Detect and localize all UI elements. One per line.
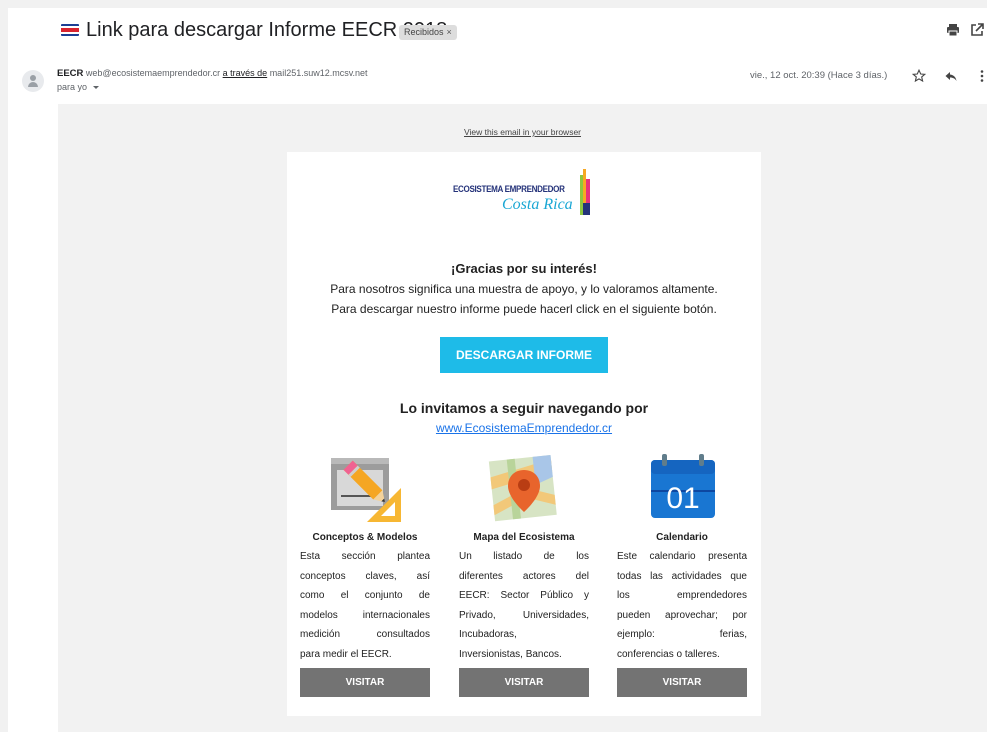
column-text-line: todas las actividades que (617, 570, 747, 582)
intro-paragraph-1: Para nosotros significa una muestra de a… (330, 282, 718, 296)
map-pin-icon (488, 455, 557, 522)
pencil-ruler-icon (331, 458, 401, 522)
email-date: vie., 12 oct. 20:39 (Hace 3 días.) (750, 70, 888, 81)
column-text-line: diferentes actores del (459, 570, 589, 582)
star-icon[interactable] (912, 69, 926, 83)
via-link[interactable]: a través de (223, 68, 268, 78)
window-top-edge (0, 0, 987, 8)
sender-name[interactable]: EECR (57, 68, 83, 79)
avatar-body-shape (28, 82, 38, 87)
column-text-line: Un listado de los (459, 551, 589, 562)
view-in-browser-row: View this email in your browser (58, 127, 987, 137)
column-title-calendario: Calendario (656, 532, 708, 543)
column-text-line: Esta sección plantea (300, 551, 430, 562)
sender-line: EECR web@ecosistemaemprendedor.cr a trav… (57, 68, 368, 79)
visit-button-conceptos[interactable]: VISITAR (300, 668, 430, 697)
recipients-text: para yo (57, 82, 88, 92)
column-title-mapa: Mapa del Ecosistema (473, 532, 575, 543)
website-link-row: www.EcosistemaEmprendedor.cr (287, 421, 761, 435)
column-text-line: Incubadoras, (459, 629, 517, 640)
column-text-line: Privado, Universidades, (459, 609, 589, 621)
column-text-calendario: Este calendario presenta todas las activ… (617, 547, 747, 664)
sender-email: web@ecosistemaemprendedor.cr (85, 68, 221, 78)
more-options-icon[interactable] (975, 69, 987, 83)
column-text-mapa: Un listado de los diferentes actores del… (459, 547, 589, 664)
column-text-line: conferencias o talleres. (617, 648, 720, 660)
column-text-line: pueden aprovechar; por (617, 609, 747, 621)
column-text-line: los emprendedores (617, 590, 747, 601)
print-icon[interactable] (945, 22, 961, 38)
visit-button-calendario[interactable]: VISITAR (617, 668, 747, 697)
email-subject: Link para descargar Informe EECR 2018 (86, 19, 448, 41)
open-in-new-window-icon[interactable] (969, 22, 985, 38)
window-left-edge (0, 0, 8, 732)
logo-bars-icon (580, 169, 590, 215)
via-domain: mail251.suw12.mcsv.net (269, 68, 368, 78)
column-text-line: modelos internacionales (300, 609, 430, 621)
costa-rica-flag-icon (61, 24, 79, 36)
column-text-line: conceptos claves, así (300, 570, 430, 582)
calendar-icon: 01 (651, 454, 715, 518)
logo-line-1: ECOSISTEMA EMPRENDEDOR (453, 184, 565, 195)
reply-icon[interactable] (944, 69, 958, 83)
column-text-line: como el conjunto de (300, 590, 430, 601)
invite-heading: Lo invitamos a seguir navegando por (399, 400, 649, 416)
column-text-line: EECR: Sector Público y (459, 590, 589, 601)
download-report-button[interactable]: DESCARGAR INFORME (440, 337, 608, 373)
ecosistema-logo: ECOSISTEMA EMPRENDEDOR Costa Rica (453, 169, 593, 215)
column-text-line: Inversionistas, Bancos. (459, 648, 562, 660)
thanks-heading: ¡Gracias por su interés! (451, 261, 597, 276)
column-title-conceptos: Conceptos & Modelos (312, 532, 418, 543)
column-text-conceptos: Esta sección plantea conceptos claves, a… (300, 547, 430, 664)
website-link[interactable]: www.EcosistemaEmprendedor.cr (436, 421, 612, 435)
avatar-head-shape (30, 75, 36, 81)
recipients-toggle[interactable]: para yo (57, 82, 100, 92)
calendar-number: 01 (666, 482, 699, 515)
column-text-line: medición consultados (300, 629, 430, 640)
column-text-line: Este calendario presenta (617, 551, 747, 562)
label-chip-recibidos[interactable]: Recibidos × (399, 25, 457, 40)
remove-label-icon[interactable]: × (447, 27, 452, 37)
column-text-line: ejemplo: ferias, (617, 629, 747, 640)
view-in-browser-link[interactable]: View this email in your browser (464, 127, 581, 137)
label-chip-text: Recibidos (404, 27, 444, 37)
visit-button-mapa[interactable]: VISITAR (459, 668, 589, 697)
intro-paragraph-2: Para descargar nuestro informe puede hac… (331, 302, 717, 316)
sender-avatar[interactable] (22, 70, 44, 92)
chevron-down-icon (92, 85, 99, 89)
column-text-line: para medir el EECR. (300, 648, 392, 660)
logo-line-2: Costa Rica (502, 196, 573, 213)
